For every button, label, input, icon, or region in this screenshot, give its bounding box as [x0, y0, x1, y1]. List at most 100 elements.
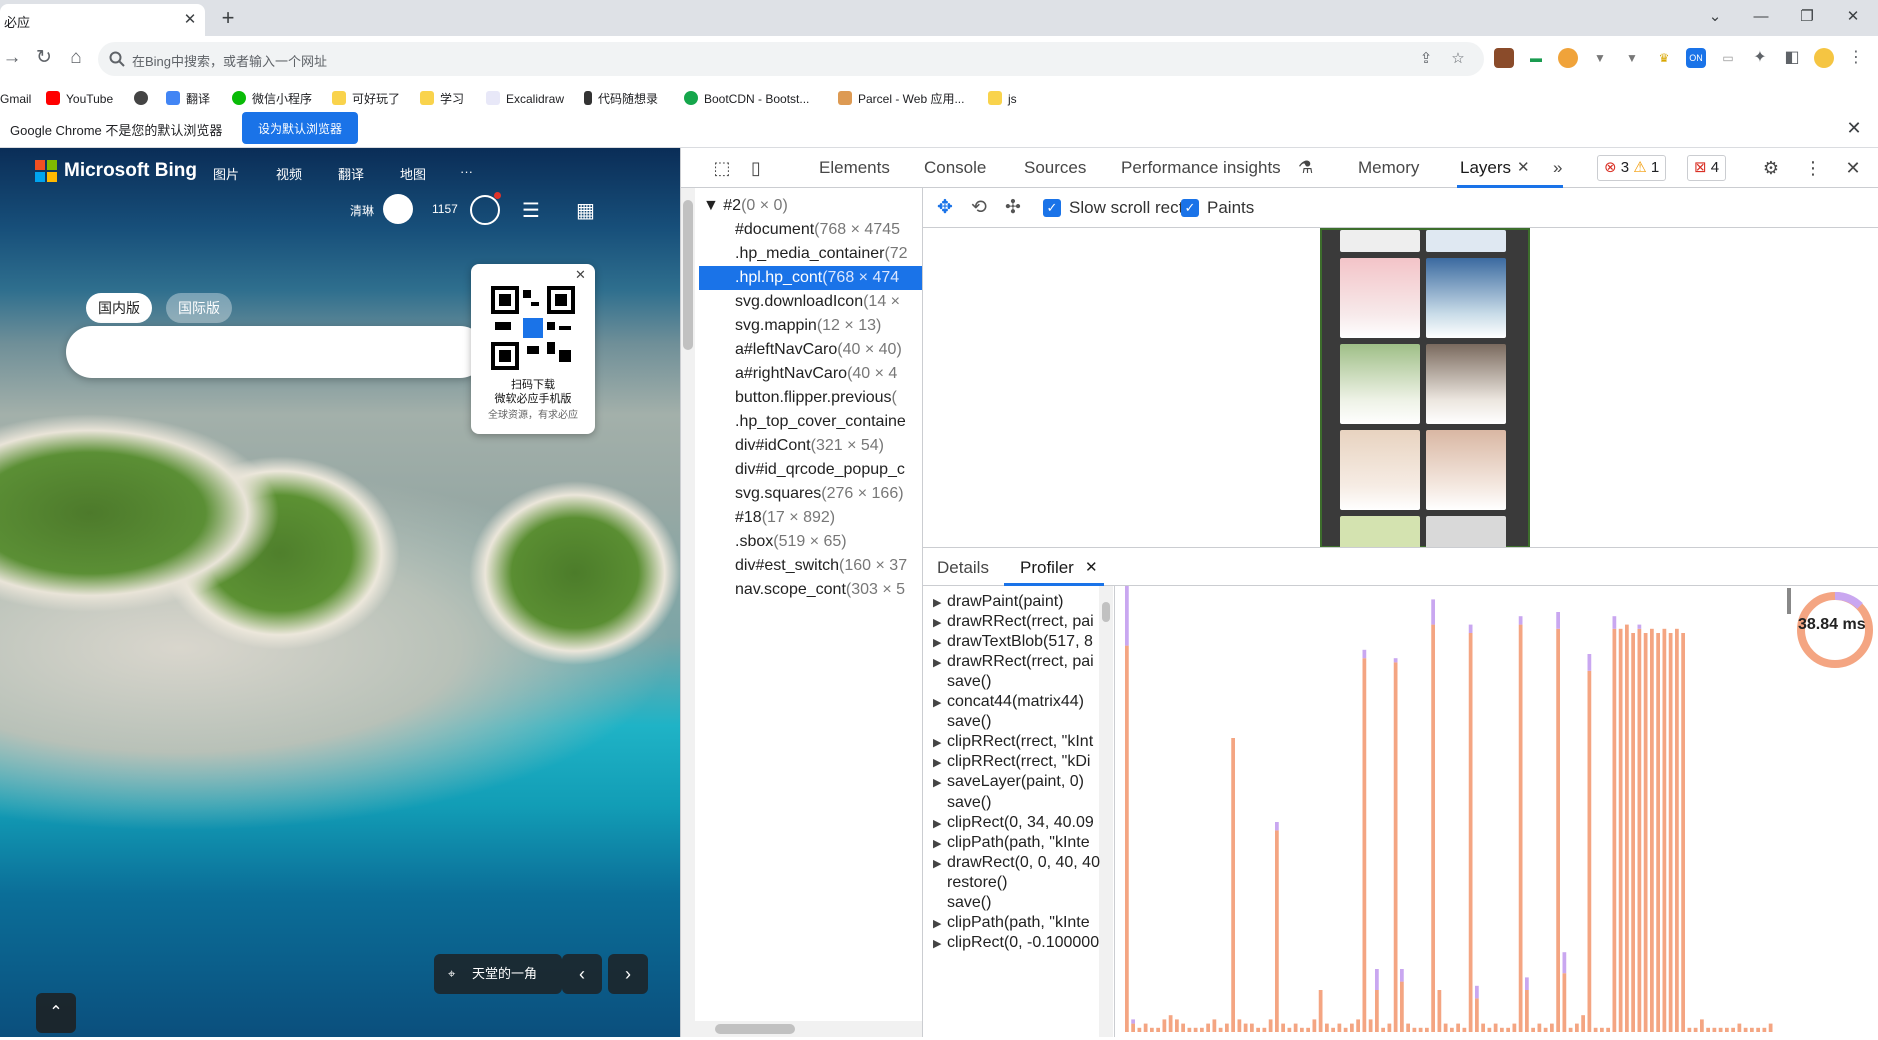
profiler-bar[interactable]: [1693, 1027, 1698, 1032]
profiler-bar-segment[interactable]: [1400, 969, 1404, 982]
layer-tree-row[interactable]: .hp_top_cover_containe: [699, 410, 922, 434]
profiler-bar[interactable]: [1462, 1027, 1467, 1032]
profiler-bar[interactable]: [1662, 628, 1667, 1032]
profiler-bar[interactable]: [1306, 1027, 1310, 1032]
profiler-bar[interactable]: [1368, 1019, 1373, 1032]
bookmark-youtube[interactable]: YouTube: [46, 90, 113, 108]
profiler-bar[interactable]: [1750, 1027, 1754, 1032]
issues-badge[interactable]: ⊠ 4: [1687, 155, 1727, 181]
browser-tab[interactable]: 必应 ✕: [0, 4, 205, 36]
profiler-bar[interactable]: [1556, 628, 1560, 1032]
user-name[interactable]: 清琳: [350, 202, 374, 219]
layer-tree-row[interactable]: .hp_media_container(72: [699, 242, 922, 266]
profiler-bar[interactable]: [1568, 1027, 1573, 1032]
qr-code-icon[interactable]: ▦: [576, 198, 595, 223]
rewards-icon[interactable]: [470, 195, 500, 225]
profiler-bar[interactable]: [1737, 1023, 1742, 1032]
nav-images[interactable]: 图片: [213, 164, 239, 183]
layer-tree-row[interactable]: svg.squares(276 × 166): [699, 482, 922, 506]
tree-scrollbar[interactable]: [681, 188, 695, 1037]
profiler-bar[interactable]: [1362, 658, 1367, 1032]
infobar-close-icon[interactable]: ✕: [1842, 116, 1866, 140]
extension-vue-icon[interactable]: ▼: [1590, 48, 1610, 68]
profiler-bar[interactable]: [1168, 1015, 1173, 1032]
restore-button[interactable]: ❐: [1784, 4, 1830, 30]
profiler-bar-segment[interactable]: [1518, 616, 1523, 625]
scroll-up-button[interactable]: ⌃: [36, 993, 76, 1033]
bing-search-input[interactable]: [66, 326, 486, 378]
close-window-button[interactable]: ✕: [1830, 4, 1876, 30]
tab-performance-insights[interactable]: Performance insights: [1121, 158, 1281, 178]
extensions-icon[interactable]: ✦: [1750, 48, 1770, 68]
share-icon[interactable]: ⇪: [1416, 49, 1436, 69]
profiler-bar[interactable]: [1650, 628, 1654, 1032]
profiler-bar[interactable]: [1262, 1027, 1267, 1032]
bookmark-wechat[interactable]: 微信小程序: [232, 90, 312, 108]
profiler-bar[interactable]: [1125, 645, 1129, 1032]
profiler-bar[interactable]: [1681, 633, 1685, 1032]
forward-arrow-icon[interactable]: →: [0, 46, 24, 70]
profiler-bar[interactable]: [1331, 1027, 1335, 1032]
profiler-bar[interactable]: [1593, 1027, 1598, 1032]
rewards-points[interactable]: 1157: [432, 202, 458, 216]
profiler-bar[interactable]: [1137, 1027, 1142, 1032]
tab-elements[interactable]: Elements: [819, 158, 890, 178]
profiler-bar[interactable]: [1437, 990, 1442, 1032]
profiler-bar[interactable]: [1450, 1027, 1454, 1032]
layer-tree-row[interactable]: div#id_qrcode_popup_c: [699, 458, 922, 482]
paint-command-row[interactable]: ▶ clipRect(0, -0.100000: [933, 931, 1103, 955]
hamburger-menu-icon[interactable]: ☰: [522, 198, 540, 223]
profiler-bar[interactable]: [1425, 1027, 1429, 1032]
range-selection-handle[interactable]: [1787, 588, 1791, 614]
layer-tree-row[interactable]: a#rightNavCaro(40 × 4: [699, 362, 922, 386]
bookmark-code[interactable]: 代码随想录: [584, 90, 658, 108]
profiler-bar[interactable]: [1625, 624, 1629, 1032]
layer-tree-row[interactable]: svg.mappin(12 × 13): [699, 314, 922, 338]
reset-transform-icon[interactable]: ✣: [1001, 196, 1025, 220]
profiler-bar[interactable]: [1456, 1023, 1460, 1032]
profiler-bar-segment[interactable]: [1375, 969, 1379, 990]
bookmark-excalidraw[interactable]: Excalidraw: [486, 90, 564, 108]
profiler-bar[interactable]: [1643, 633, 1648, 1032]
extension-on-icon[interactable]: ON: [1686, 48, 1706, 68]
inspect-element-icon[interactable]: ⬚: [710, 156, 734, 180]
pan-mode-icon[interactable]: ✥: [933, 196, 957, 220]
extension-vue2-icon[interactable]: ▼: [1622, 48, 1642, 68]
profiler-bars[interactable]: [1115, 225, 1878, 1037]
bookmark-folder-study[interactable]: 学习: [420, 90, 464, 108]
profiler-bar[interactable]: [1537, 1023, 1542, 1032]
layer-tree-row[interactable]: .hpl.hp_cont(768 × 474: [699, 266, 922, 290]
profiler-bar-segment[interactable]: [1362, 649, 1367, 659]
extension-1-icon[interactable]: [1494, 48, 1514, 68]
profiler-bar[interactable]: [1618, 628, 1623, 1032]
profiler-bar[interactable]: [1243, 1023, 1248, 1032]
profiler-bar[interactable]: [1531, 1027, 1535, 1032]
layer-tree-row[interactable]: div#idCont(321 × 54): [699, 434, 922, 458]
profiler-bar[interactable]: [1187, 1027, 1192, 1032]
profiler-bar[interactable]: [1381, 1027, 1385, 1032]
profiler-bar[interactable]: [1162, 1019, 1167, 1032]
profiler-bar[interactable]: [1487, 1027, 1492, 1032]
layer-tree-row[interactable]: nav.scope_cont(303 × 5: [699, 578, 922, 602]
layers-viewport[interactable]: [923, 228, 1878, 548]
bookmark-globe[interactable]: [134, 90, 154, 108]
profiler-bar[interactable]: [1387, 1023, 1392, 1032]
tab-layers[interactable]: Layers: [1460, 158, 1511, 178]
profiler-bar[interactable]: [1287, 1027, 1292, 1032]
console-error-badge[interactable]: ⊗ 3 ⚠ 1: [1597, 155, 1667, 181]
profiler-bar[interactable]: [1393, 662, 1398, 1032]
tree-hscroll-thumb[interactable]: [715, 1024, 795, 1034]
profiler-bar-segment[interactable]: [1556, 612, 1560, 629]
slow-scroll-checkbox[interactable]: ✓: [1043, 199, 1061, 217]
profiler-bar[interactable]: [1581, 1015, 1585, 1032]
profiler-bar[interactable]: [1743, 1027, 1748, 1032]
close-devtools-icon[interactable]: ✕: [1841, 156, 1865, 180]
scope-tab-international[interactable]: 国际版: [166, 293, 232, 323]
profiler-bar-segment[interactable]: [1125, 225, 1129, 646]
profiler-bar[interactable]: [1350, 1023, 1354, 1032]
profiler-bar[interactable]: [1250, 1023, 1254, 1032]
bookmark-folder-js[interactable]: js: [988, 90, 1017, 108]
profiler-bar[interactable]: [1700, 1019, 1704, 1032]
profiler-bar[interactable]: [1512, 1023, 1517, 1032]
profiler-bar-segment[interactable]: [1475, 985, 1479, 999]
